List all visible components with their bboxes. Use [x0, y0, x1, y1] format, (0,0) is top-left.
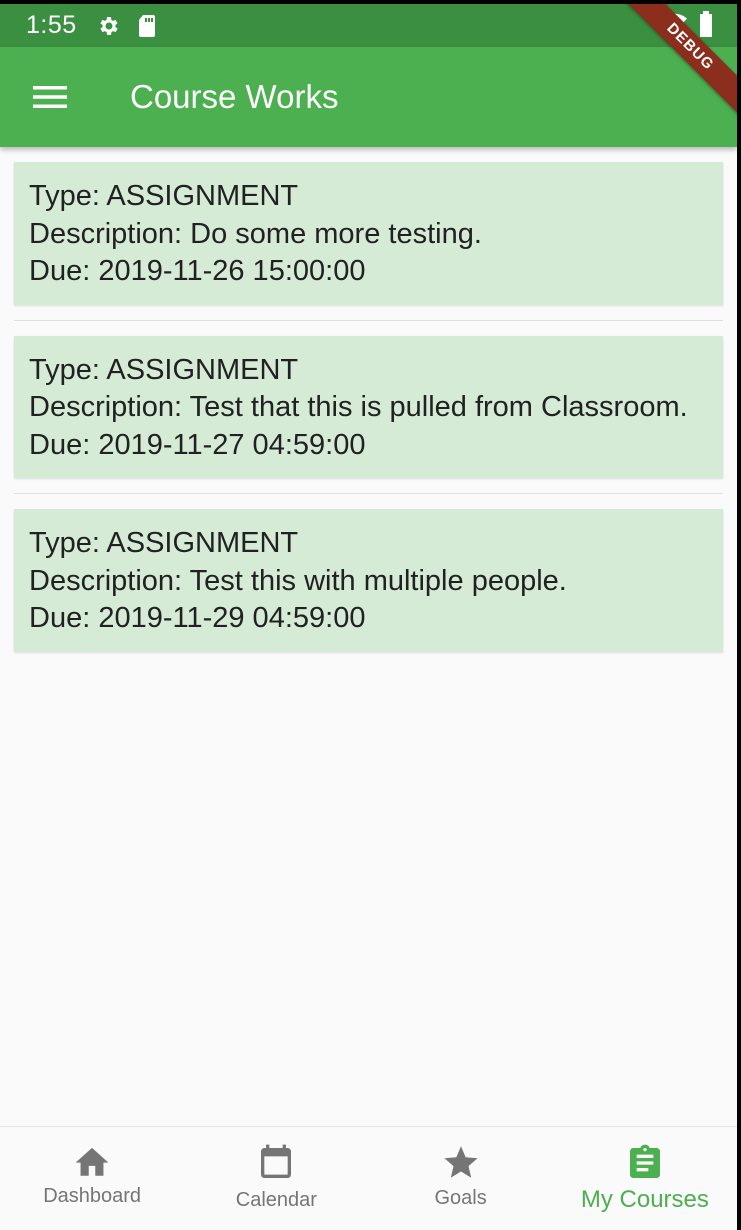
page-title: Course Works: [130, 78, 339, 115]
menu-button[interactable]: [20, 67, 80, 127]
course-works-list: Type: ASSIGNMENT Description: Do some mo…: [14, 162, 723, 652]
status-time: 1:55: [26, 11, 77, 39]
nav-item-my-courses[interactable]: My Courses: [553, 1127, 737, 1230]
bottom-navigation: Dashboard Calendar Goals My Courses: [0, 1126, 737, 1230]
calendar-icon: [261, 1144, 292, 1178]
gear-icon: [97, 14, 121, 38]
course-work-card[interactable]: Type: ASSIGNMENT Description: Test that …: [14, 335, 723, 478]
nav-label-my-courses: My Courses: [580, 1186, 709, 1213]
status-bar: 1:55: [0, 4, 737, 47]
hamburger-menu-icon: [33, 86, 67, 108]
course-work-due: Due: 2019-11-26 15:00:00: [29, 255, 366, 287]
course-work-description: Description: Do some more testing.: [29, 217, 482, 250]
nav-item-goals[interactable]: Goals: [369, 1127, 553, 1230]
course-work-type: Type: ASSIGNMENT: [29, 527, 299, 559]
course-work-due: Due: 2019-11-29 04:59:00: [29, 602, 366, 634]
app-frame: 1:55 Course Works DEBUG Type: ASSIGNMENT…: [0, 0, 737, 1230]
nav-label-dashboard: Dashboard: [43, 1185, 142, 1207]
course-work-description: Description: Test that this is pulled fr…: [29, 391, 688, 423]
course-work-card[interactable]: Type: ASSIGNMENT Description: Do some mo…: [14, 162, 723, 305]
home-icon: [75, 1147, 109, 1176]
course-work-type: Type: ASSIGNMENT: [29, 353, 299, 386]
course-work-type: Type: ASSIGNMENT: [29, 180, 299, 212]
app-bar: Course Works: [0, 47, 737, 147]
nav-item-dashboard[interactable]: Dashboard: [0, 1127, 184, 1230]
nav-label-goals: Goals: [434, 1187, 487, 1209]
course-work-due: Due: 2019-11-27 04:59:00: [29, 428, 366, 461]
divider: [14, 319, 723, 321]
assignment-icon: [629, 1144, 660, 1178]
sd-card-icon: [137, 14, 157, 38]
course-work-description: Description: Test this with multiple peo…: [29, 564, 567, 597]
nav-item-calendar[interactable]: Calendar: [184, 1127, 368, 1230]
divider: [14, 493, 723, 494]
star-icon: [444, 1146, 478, 1178]
nav-label-calendar: Calendar: [235, 1189, 317, 1211]
course-work-card[interactable]: Type: ASSIGNMENT Description: Test this …: [14, 509, 723, 652]
battery-icon: [699, 11, 713, 42]
